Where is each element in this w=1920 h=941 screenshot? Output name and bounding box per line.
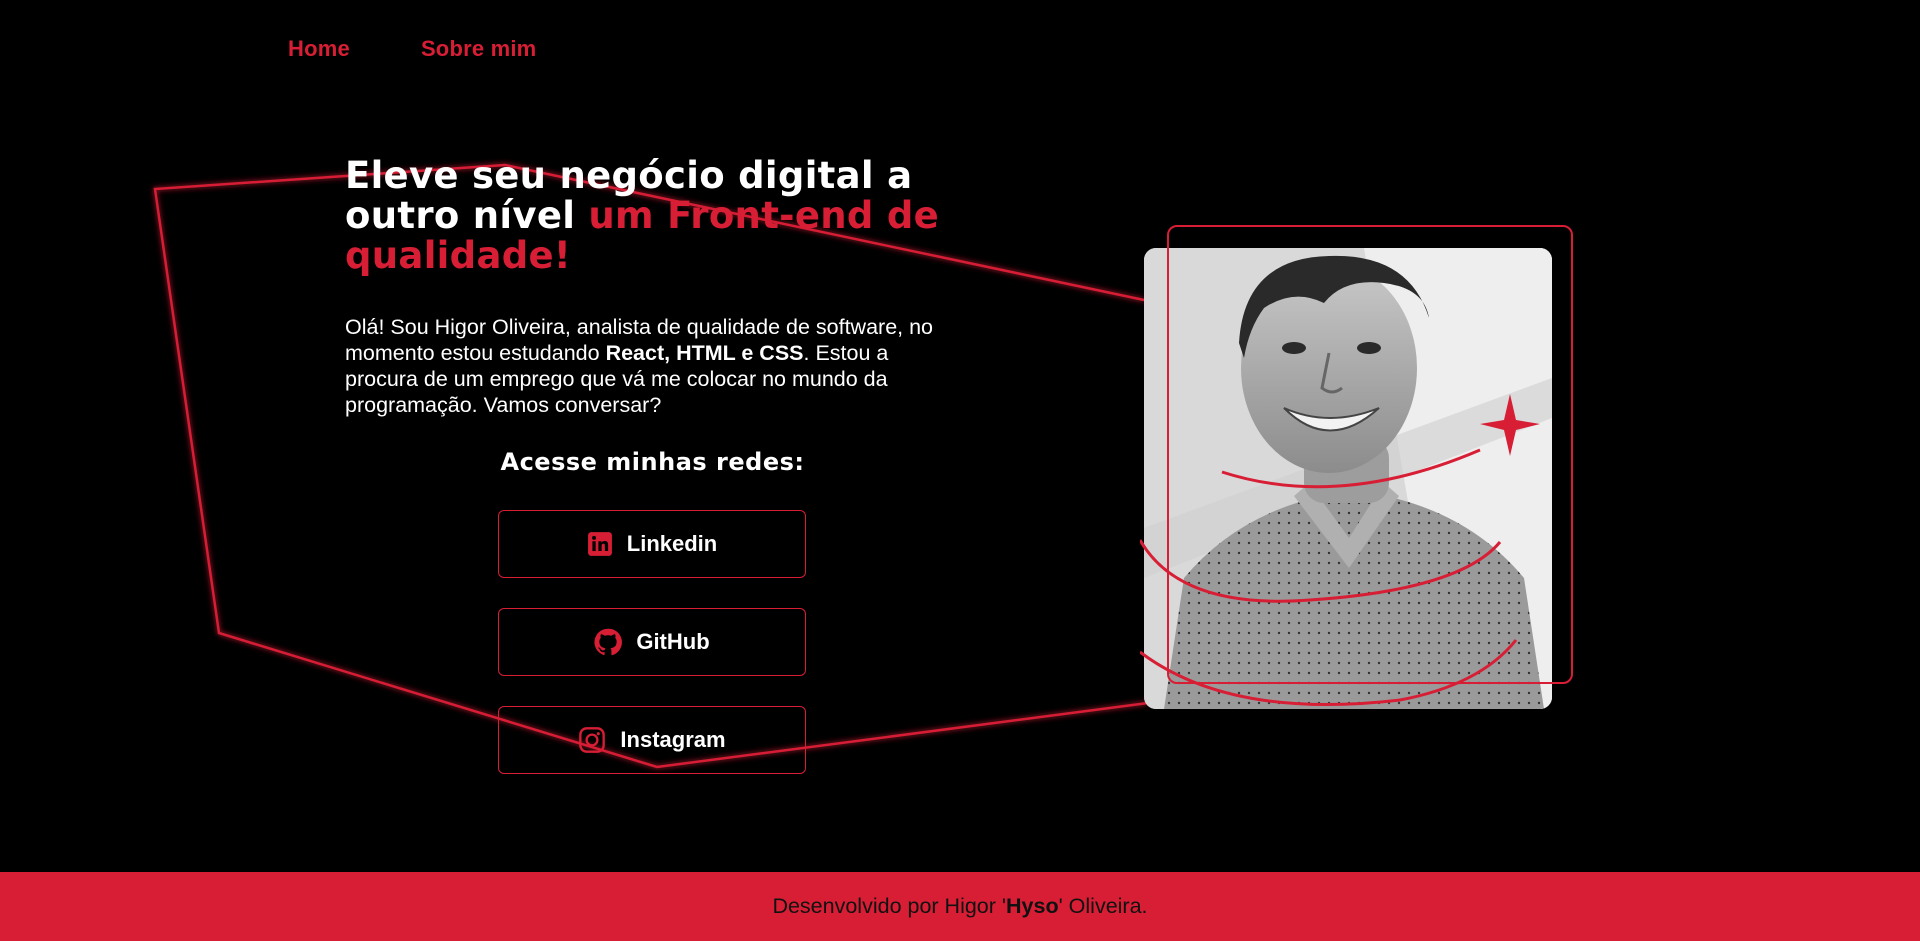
linkedin-icon [587,532,612,556]
page: Home Sobre mim Eleve seu negócio digital… [0,0,1920,941]
nav-home-link[interactable]: Home [288,36,350,62]
decorative-polygon [153,163,1149,769]
github-label: GitHub [636,629,710,654]
footer: Desenvolvido por Higor 'Hyso' Oliveira. [0,872,1920,941]
github-icon [594,628,623,656]
footer-prefix: Desenvolvido por Higor ' [772,894,1007,918]
main-nav: Home Sobre mim [288,36,536,62]
linkedin-label: Linkedin [626,531,718,556]
hero-intro-technologies: React, HTML e CSS [605,341,804,365]
hero-section: Eleve seu negócio digital a outro nível … [345,156,965,418]
hero-title: Eleve seu negócio digital a outro nível … [345,156,965,276]
photo-frame [1167,225,1573,684]
footer-nickname: Hyso [1006,894,1059,918]
linkedin-button[interactable]: Linkedin [498,510,806,578]
instagram-button[interactable]: Instagram [498,706,806,774]
instagram-label: Instagram [620,727,726,752]
hero-intro: Olá! Sou Higor Oliveira, analista de qua… [345,314,965,418]
footer-suffix: ' Oliveira. [1058,894,1148,918]
footer-text: Desenvolvido por Higor 'Hyso' Oliveira. [772,894,1147,919]
socials-title: Acesse minhas redes: [500,448,805,476]
nav-about-link[interactable]: Sobre mim [421,36,537,62]
instagram-icon [579,727,606,753]
github-button[interactable]: GitHub [498,608,806,676]
